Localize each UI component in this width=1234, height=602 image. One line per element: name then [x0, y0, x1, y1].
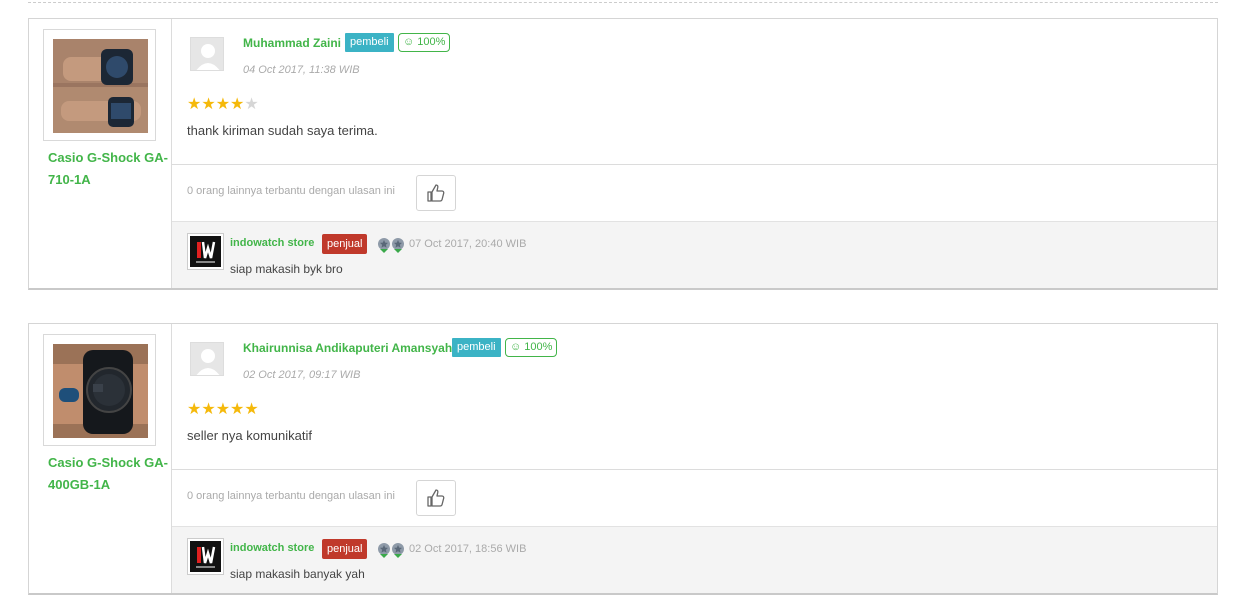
buyer-badge: pembeli: [345, 33, 394, 52]
seller-badge: penjual: [322, 539, 368, 559]
seller-reply: indowatch store penjual 02 Oct 2017, 18:…: [172, 526, 1217, 593]
review-card: Casio G-Shock GA-710-1A Muhammad Zaini p…: [28, 18, 1218, 290]
reputation-value: 100%: [417, 36, 446, 48]
top-divider: [28, 2, 1218, 3]
star-icon: ★: [201, 401, 216, 418]
star-icon: ★: [215, 96, 231, 113]
store-logo[interactable]: [187, 538, 224, 575]
reply-date: 02 Oct 2017, 18:56 WIB: [409, 543, 527, 555]
medal-icon: [378, 238, 404, 253]
reply-text: siap makasih byk bro: [230, 262, 343, 276]
like-button[interactable]: [416, 480, 456, 516]
rating-stars: ★★★★★: [187, 97, 259, 113]
store-name[interactable]: indowatch store: [230, 237, 314, 249]
review-text: seller nya komunikatif: [187, 428, 312, 443]
store-logo[interactable]: [187, 233, 224, 270]
review-text: thank kiriman sudah saya terima.: [187, 123, 378, 138]
star-icon: ★: [230, 401, 245, 418]
star-icon: ★: [244, 401, 259, 418]
product-name-link[interactable]: Casio G-Shock GA-400GB-1A: [48, 452, 168, 496]
product-thumbnail[interactable]: [43, 29, 156, 141]
reviewer-avatar[interactable]: [190, 37, 224, 71]
reviewer-name[interactable]: Muhammad Zaini: [243, 36, 341, 50]
smiley-icon: ☺: [403, 36, 415, 48]
star-icon: ★: [230, 96, 245, 113]
reply-date: 07 Oct 2017, 20:40 WIB: [409, 238, 527, 250]
star-icon: ★: [187, 401, 202, 418]
reviewer-name[interactable]: Khairunnisa Andikaputeri Amansyah: [243, 341, 452, 355]
review-content: Khairunnisa Andikaputeri Amansyah pembel…: [172, 324, 1217, 593]
reputation-value: 100%: [524, 341, 553, 353]
reputation-badge[interactable]: ☺ 100%: [398, 33, 451, 52]
product-column: Casio G-Shock GA-400GB-1A: [29, 324, 172, 593]
product-image: [53, 39, 148, 133]
like-button[interactable]: [416, 175, 456, 211]
medal-icon: [378, 543, 404, 558]
thumbs-up-icon: [427, 184, 445, 202]
product-thumbnail[interactable]: [43, 334, 156, 446]
helpful-count-text: 0 orang lainnya terbantu dengan ulasan i…: [187, 490, 395, 502]
reply-text: siap makasih banyak yah: [230, 567, 365, 581]
review-date: 02 Oct 2017, 09:17 WIB: [243, 369, 361, 381]
star-icon: ★: [201, 96, 216, 113]
star-icon: ★: [215, 401, 231, 418]
review-card: Casio G-Shock GA-400GB-1A Khairunnisa An…: [28, 323, 1218, 595]
store-medals: [377, 541, 407, 564]
star-empty-icon: ★: [244, 96, 259, 113]
helpful-bar: 0 orang lainnya terbantu dengan ulasan i…: [172, 469, 1217, 526]
review-date: 04 Oct 2017, 11:38 WIB: [243, 64, 360, 76]
seller-reply: indowatch store penjual 07 Oct 2017, 20:…: [172, 221, 1217, 288]
helpful-bar: 0 orang lainnya terbantu dengan ulasan i…: [172, 164, 1217, 221]
product-name-link[interactable]: Casio G-Shock GA-710-1A: [48, 147, 168, 191]
reviewer-avatar[interactable]: [190, 342, 224, 376]
store-name[interactable]: indowatch store: [230, 542, 314, 554]
reputation-badge[interactable]: ☺ 100%: [505, 338, 558, 357]
helpful-count-text: 0 orang lainnya terbantu dengan ulasan i…: [187, 185, 395, 197]
product-column: Casio G-Shock GA-710-1A: [29, 19, 172, 288]
buyer-badge: pembeli: [452, 338, 501, 357]
seller-badge: penjual: [322, 234, 368, 254]
store-medals: [377, 236, 407, 259]
product-image: [53, 344, 148, 438]
review-content: Muhammad Zaini pembeli ☺ 100% 04 Oct 201…: [172, 19, 1217, 288]
smiley-icon: ☺: [510, 341, 522, 353]
rating-stars: ★★★★★: [187, 402, 259, 418]
thumbs-up-icon: [427, 489, 445, 507]
star-icon: ★: [187, 96, 202, 113]
